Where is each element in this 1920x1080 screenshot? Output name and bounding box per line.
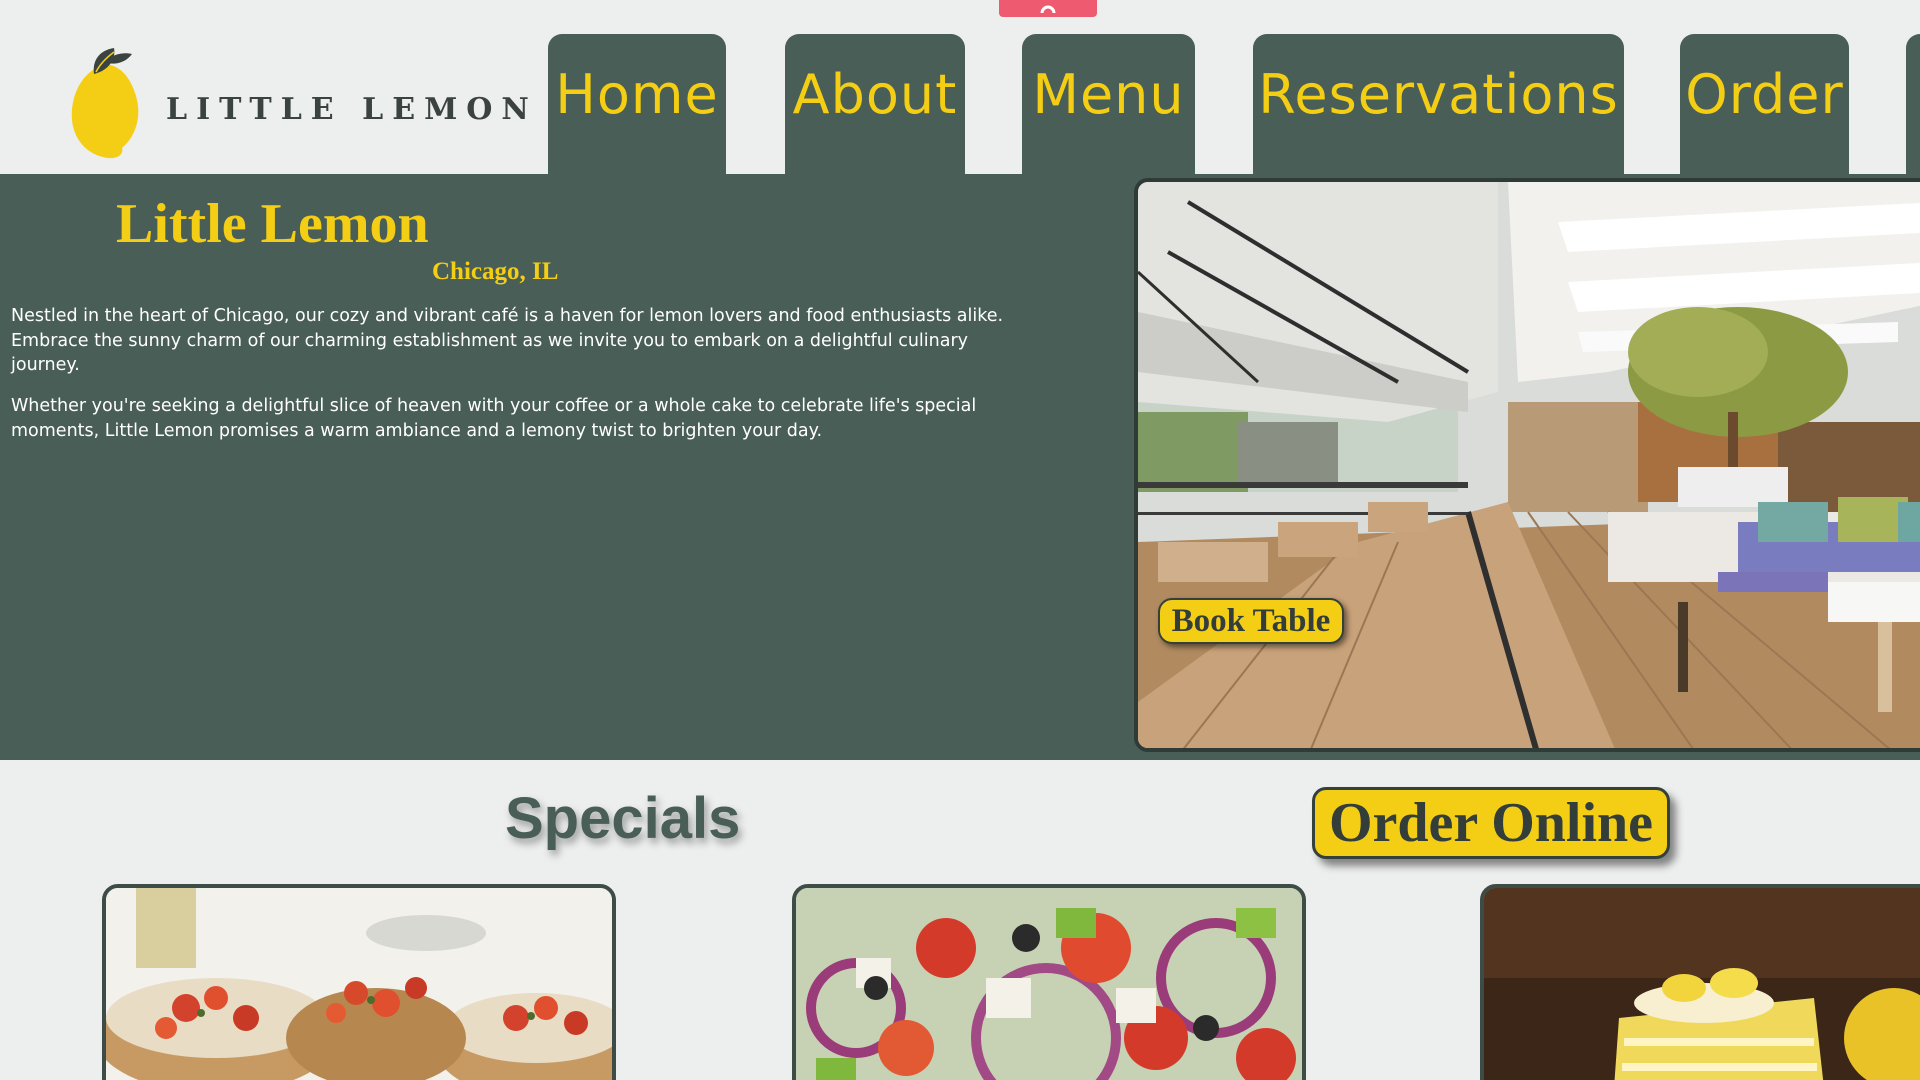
nav-about[interactable]: About [785, 34, 965, 174]
nav-reservations[interactable]: Reservations [1253, 34, 1624, 174]
page: LITTLE LEMON Home About Menu Reservation… [0, 0, 1920, 1080]
nav-menu-label: Menu [1032, 62, 1185, 126]
nav-home[interactable]: Home [548, 34, 726, 174]
hero-paragraph-2: Whether you're seeking a delightful slic… [11, 396, 977, 441]
nav-home-label: Home [555, 62, 719, 126]
greek-salad-photo [796, 888, 1302, 1080]
brand-name: LITTLE LEMON [166, 91, 538, 127]
hero-paragraph-1: Nestled in the heart of Chicago, our coz… [11, 306, 1004, 375]
logo[interactable]: LITTLE LEMON [70, 44, 538, 160]
site-header: LITTLE LEMON Home About Menu Reservation… [0, 0, 1920, 174]
nav-reservations-label: Reservations [1258, 62, 1619, 126]
special-card-greek-salad[interactable] [792, 884, 1306, 1080]
nav-order[interactable]: Order [1680, 34, 1849, 174]
nav-overflow-tab[interactable] [1906, 34, 1920, 174]
hero-section: Little Lemon Chicago, IL Nestled in the … [0, 174, 1920, 760]
special-card-bruschetta[interactable] [102, 884, 616, 1080]
lemon-dessert-photo [1484, 888, 1920, 1080]
nav-menu[interactable]: Menu [1022, 34, 1195, 174]
order-online-button[interactable]: Order Online [1312, 787, 1670, 859]
lemon-logo-icon [71, 48, 139, 159]
nav-about-label: About [792, 62, 958, 126]
bruschetta-photo [106, 888, 612, 1080]
specials-title: Specials [505, 786, 741, 851]
hero-title: Little Lemon [116, 193, 429, 255]
book-table-button[interactable]: Book Table [1158, 598, 1344, 644]
nav-order-label: Order [1685, 62, 1844, 126]
hero-subtitle: Chicago, IL [432, 258, 559, 285]
special-card-lemon-dessert[interactable] [1480, 884, 1920, 1080]
restaurant-photo [1134, 178, 1920, 752]
